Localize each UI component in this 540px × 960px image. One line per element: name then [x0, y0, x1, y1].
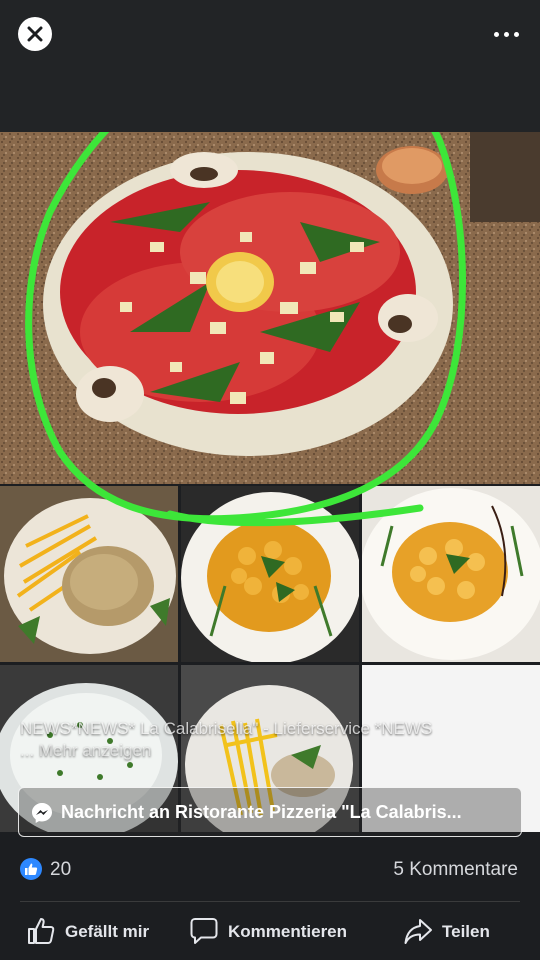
thumbs-up-icon: [25, 863, 38, 875]
like-button[interactable]: Gefällt mir: [26, 914, 166, 948]
share-button-label: Teilen: [442, 922, 490, 941]
comment-button-label: Kommentieren: [228, 922, 348, 941]
photo-pasta-1[interactable]: [181, 486, 359, 662]
post-action-bar: Gefällt mir Kommentieren Teilen: [0, 902, 540, 960]
show-more-link[interactable]: ... Mehr anzeigen: [20, 740, 525, 762]
close-button[interactable]: [18, 17, 52, 51]
comment-icon: [190, 918, 218, 944]
share-button[interactable]: Teilen: [403, 914, 513, 948]
send-message-label: Nachricht an Ristorante Pizzeria "La Cal…: [61, 802, 462, 822]
send-message-button[interactable]: Nachricht an Ristorante Pizzeria "La Cal…: [18, 787, 522, 837]
share-icon: [404, 919, 432, 944]
photo-carpaccio[interactable]: [0, 132, 540, 484]
photo-pasta-2[interactable]: [362, 486, 540, 662]
photo-schnitzel[interactable]: [0, 486, 178, 662]
messenger-icon: [32, 803, 52, 823]
more-options-button[interactable]: [492, 22, 522, 46]
like-count[interactable]: 20: [50, 859, 71, 881]
post-caption[interactable]: NEWS*NEWS* La Calabrisella" - Lieferserv…: [20, 718, 525, 762]
thumbs-up-icon: [28, 918, 55, 944]
caption-text: NEWS*NEWS* La Calabrisella" - Lieferserv…: [20, 719, 433, 738]
like-reaction-badge[interactable]: [20, 858, 42, 880]
close-icon: [27, 26, 43, 42]
more-icon: [494, 32, 499, 37]
viewer-top-bar: [0, 0, 540, 132]
reactions-summary: 20 5 Kommentare: [0, 846, 540, 896]
comment-count[interactable]: 5 Kommentare: [393, 859, 518, 881]
comment-button[interactable]: Kommentieren: [189, 914, 359, 948]
like-button-label: Gefällt mir: [65, 922, 150, 941]
